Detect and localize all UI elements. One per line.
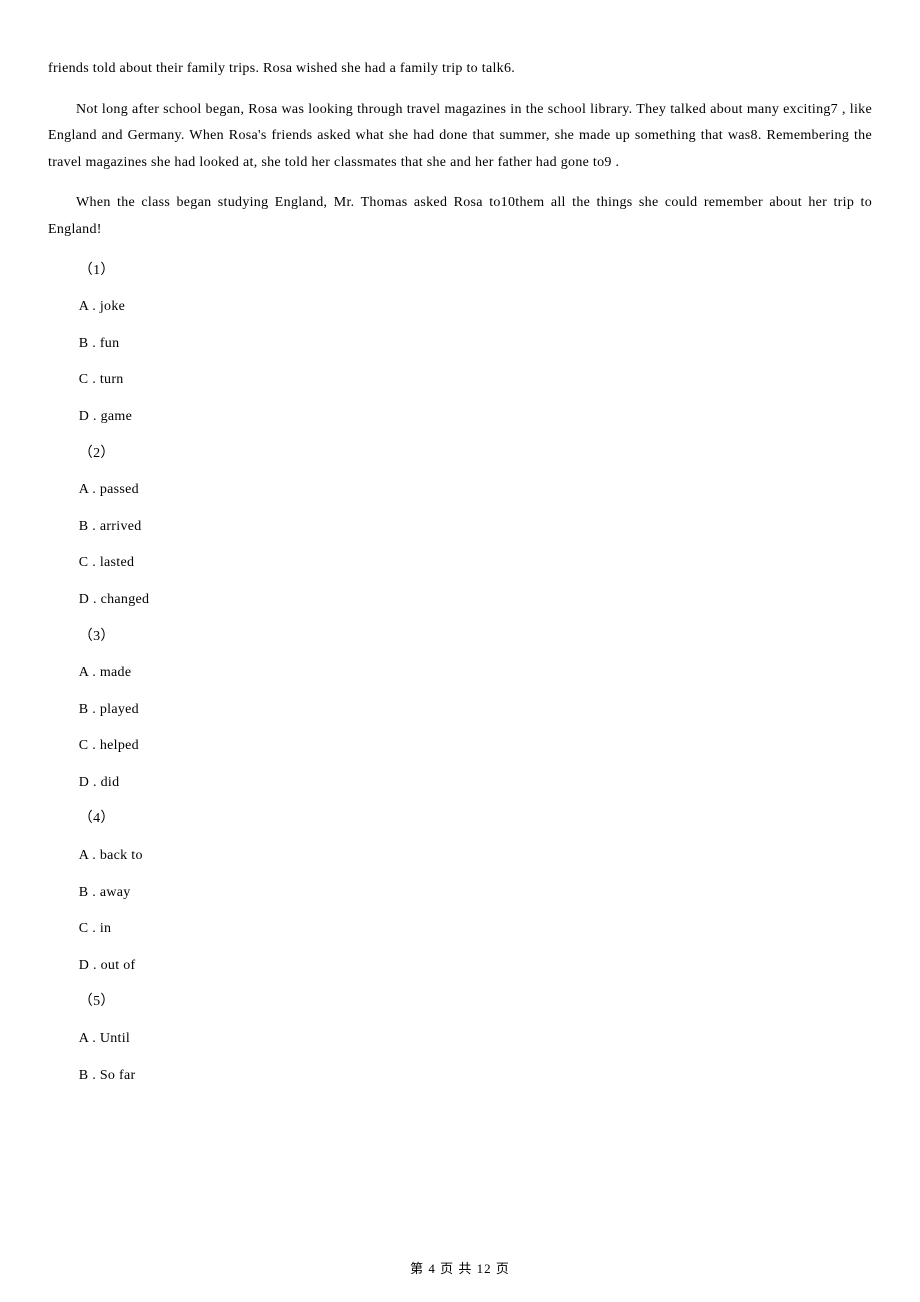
option-4A: A . back to — [79, 843, 872, 870]
option-1A: A . joke — [79, 294, 872, 321]
page-footer: 第 4 页 共 12 页 — [0, 1257, 920, 1282]
option-5B: B . So far — [79, 1063, 872, 1090]
option-2C: C . lasted — [79, 550, 872, 577]
question-number-2: （2） — [79, 441, 872, 468]
option-4D: D . out of — [79, 953, 872, 980]
questions-block: （1） A . joke B . fun C . turn D . game （… — [79, 258, 872, 1090]
option-2D: D . changed — [79, 587, 872, 614]
option-3C: C . helped — [79, 733, 872, 760]
question-number-3: （3） — [79, 624, 872, 651]
option-1B: B . fun — [79, 331, 872, 358]
paragraph-2: Not long after school began, Rosa was lo… — [48, 97, 872, 177]
option-3B: B . played — [79, 697, 872, 724]
question-number-1: （1） — [79, 258, 872, 285]
option-1C: C . turn — [79, 367, 872, 394]
option-4C: C . in — [79, 916, 872, 943]
option-2B: B . arrived — [79, 514, 872, 541]
option-3D: D . did — [79, 770, 872, 797]
paragraph-1: friends told about their family trips. R… — [48, 56, 872, 83]
paragraph-3: When the class began studying England, M… — [48, 190, 872, 243]
option-4B: B . away — [79, 880, 872, 907]
option-2A: A . passed — [79, 477, 872, 504]
question-number-4: （4） — [79, 806, 872, 833]
option-1D: D . game — [79, 404, 872, 431]
option-3A: A . made — [79, 660, 872, 687]
option-5A: A . Until — [79, 1026, 872, 1053]
page: friends told about their family trips. R… — [0, 0, 920, 1302]
question-number-5: （5） — [79, 989, 872, 1016]
